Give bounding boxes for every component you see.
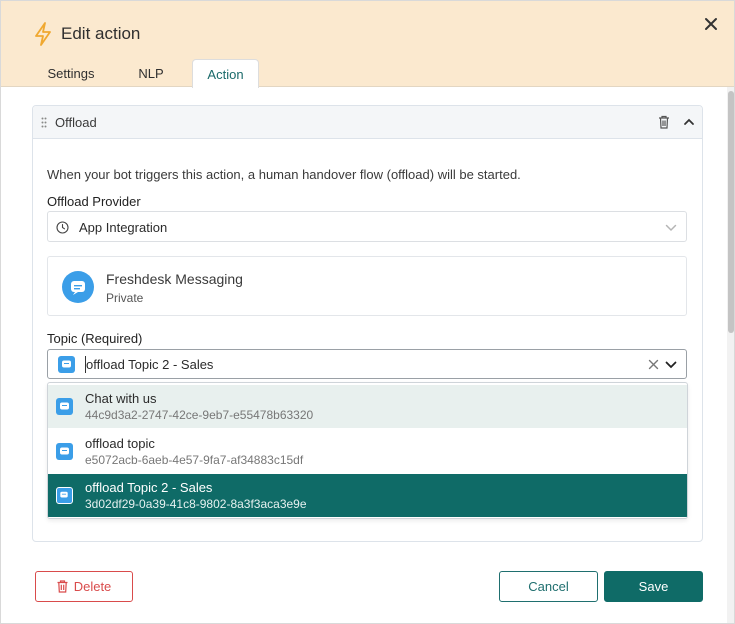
freshdesk-icon	[56, 398, 73, 415]
card-header: Offload	[33, 106, 702, 139]
clock-icon	[56, 221, 69, 234]
trash-icon[interactable]	[658, 115, 670, 129]
topic-dropdown: Chat with us 44c9d3a2-2747-42ce-9eb7-e55…	[47, 382, 688, 519]
provider-name: Freshdesk Messaging	[106, 271, 243, 287]
offload-provider-select[interactable]: App Integration	[47, 211, 687, 242]
close-icon[interactable]	[702, 15, 720, 33]
save-button[interactable]: Save	[604, 571, 703, 602]
topic-option-name: Chat with us	[85, 391, 157, 406]
topic-option-id: 44c9d3a2-2747-42ce-9eb7-e55478b63320	[85, 408, 314, 422]
scrollbar-thumb[interactable]	[728, 91, 734, 333]
freshdesk-icon	[58, 356, 75, 373]
offload-provider-label: Offload Provider	[47, 194, 141, 209]
chevron-down-icon[interactable]	[665, 361, 677, 369]
tab-action[interactable]: Action	[192, 59, 259, 88]
delete-button[interactable]: Delete	[35, 571, 133, 602]
topic-option-id: 3d02df29-0a39-41c8-9802-8a3f3aca3e9e	[85, 497, 307, 511]
topic-option-selected[interactable]: offload Topic 2 - Sales 3d02df29-0a39-41…	[48, 474, 687, 517]
topic-option[interactable]: Chat with us 44c9d3a2-2747-42ce-9eb7-e55…	[48, 385, 687, 428]
modal-header: Edit action Settings NLP Action	[1, 1, 734, 88]
provider-card: Freshdesk Messaging Private	[47, 256, 687, 316]
card-description: When your bot triggers this action, a hu…	[47, 167, 521, 182]
cancel-button[interactable]: Cancel	[499, 571, 598, 602]
edit-action-modal: Edit action Settings NLP Action Offload …	[0, 0, 735, 624]
offload-provider-value: App Integration	[79, 220, 168, 235]
topic-option-id: e5072acb-6aeb-4e57-9fa7-af34883c15df	[85, 453, 304, 467]
tab-nlp[interactable]: NLP	[128, 59, 174, 88]
topic-option-name: offload topic	[85, 436, 155, 451]
freshdesk-icon	[56, 443, 73, 460]
card-title: Offload	[55, 115, 97, 130]
topic-label: Topic (Required)	[47, 331, 143, 346]
drag-handle-icon[interactable]	[41, 117, 47, 128]
topic-option[interactable]: offload topic e5072acb-6aeb-4e57-9fa7-af…	[48, 430, 687, 473]
topic-value: offload Topic 2 - Sales	[86, 357, 214, 372]
freshdesk-icon	[56, 487, 73, 504]
topic-option-name: offload Topic 2 - Sales	[85, 480, 213, 495]
clear-icon[interactable]	[648, 359, 659, 370]
freshdesk-messaging-icon	[62, 271, 94, 303]
tab-settings[interactable]: Settings	[37, 59, 105, 88]
chevron-down-icon	[665, 224, 677, 232]
chevron-up-icon[interactable]	[683, 117, 695, 127]
provider-visibility: Private	[106, 291, 144, 305]
delete-button-label: Delete	[73, 579, 112, 594]
topic-select-input[interactable]: offload Topic 2 - Sales	[47, 349, 687, 379]
lightning-bolt-icon	[35, 22, 51, 46]
trash-icon	[57, 580, 68, 593]
modal-title: Edit action	[61, 24, 141, 43]
